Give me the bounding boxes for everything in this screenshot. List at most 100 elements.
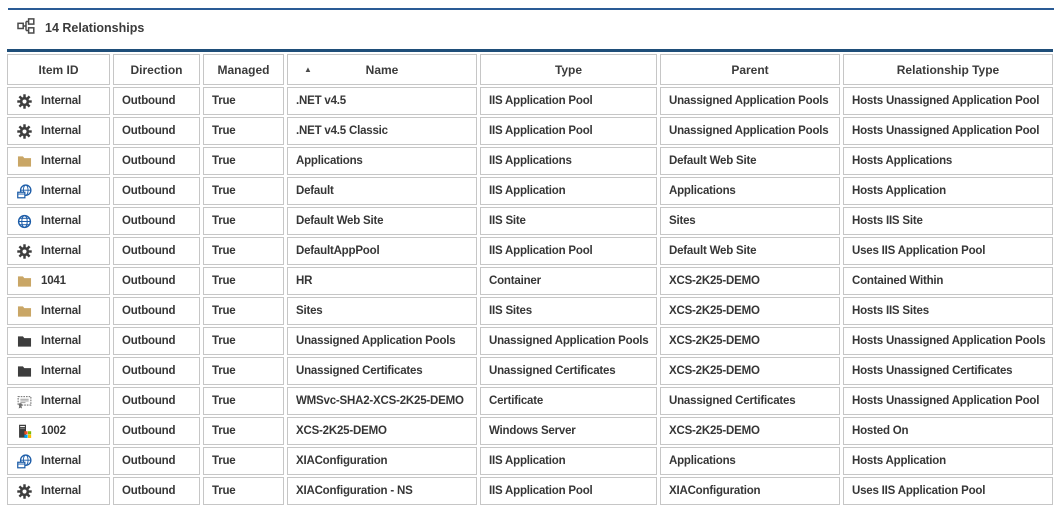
parent-value: Sites [669, 215, 696, 227]
cell-direction: Outbound [113, 237, 200, 265]
managed-value: True [212, 485, 236, 497]
sort-ascending-icon: ▲ [304, 64, 312, 74]
cell-relationship-type: Hosts IIS Sites [843, 297, 1053, 325]
cell-direction: Outbound [113, 147, 200, 175]
cell-item-id: Internal [7, 117, 110, 145]
cell-relationship-type: Uses IIS Application Pool [843, 477, 1053, 505]
cell-managed: True [203, 387, 284, 415]
managed-value: True [212, 125, 236, 137]
parent-value: XIAConfiguration [669, 485, 761, 497]
gear-icon [16, 123, 32, 139]
direction-value: Outbound [122, 335, 176, 347]
type-value: IIS Applications [489, 155, 572, 167]
direction-value: Outbound [122, 395, 176, 407]
cell-relationship-type: Contained Within [843, 267, 1053, 295]
column-header-item-id[interactable]: Item ID [7, 54, 110, 85]
item-id-value: Internal [41, 455, 81, 467]
relationship-type-value: Hosts IIS Site [852, 215, 923, 227]
cell-name: Default [287, 177, 477, 205]
cell-parent: Applications [660, 177, 840, 205]
cell-parent: Unassigned Application Pools [660, 117, 840, 145]
item-id-value: Internal [41, 395, 81, 407]
cell-direction: Outbound [113, 297, 200, 325]
type-value: IIS Application Pool [489, 95, 593, 107]
type-value: IIS Application Pool [489, 245, 593, 257]
type-value: Container [489, 275, 541, 287]
name-value: Sites [296, 305, 323, 317]
column-header-name[interactable]: ▲ Name [287, 54, 477, 85]
cell-type: IIS Applications [480, 147, 657, 175]
column-header-relationship-type[interactable]: Relationship Type [843, 54, 1053, 85]
managed-value: True [212, 425, 236, 437]
cell-item-id: Internal [7, 357, 110, 385]
relationship-type-value: Hosts Applications [852, 155, 953, 167]
cell-direction: Outbound [113, 327, 200, 355]
web-application-icon [16, 183, 32, 199]
direction-value: Outbound [122, 185, 176, 197]
cell-parent: XIAConfiguration [660, 477, 840, 505]
cell-item-id: Internal [7, 237, 110, 265]
name-value: WMSvc-SHA2-XCS-2K25-DEMO [296, 395, 464, 407]
cell-parent: Default Web Site [660, 147, 840, 175]
cell-relationship-type: Hosts Application [843, 177, 1053, 205]
managed-value: True [212, 95, 236, 107]
cell-relationship-type: Hosts IIS Site [843, 207, 1053, 235]
item-id-value: Internal [41, 305, 81, 317]
relationships-table: Item ID Direction Managed ▲ Name Type Pa… [7, 49, 1053, 505]
cell-parent: XCS-2K25-DEMO [660, 267, 840, 295]
type-value: IIS Application [489, 455, 566, 467]
windows-server-icon [16, 423, 32, 439]
parent-value: Default Web Site [669, 245, 757, 257]
cell-parent: Unassigned Application Pools [660, 87, 840, 115]
cell-direction: Outbound [113, 117, 200, 145]
name-value: .NET v4.5 [296, 95, 346, 107]
direction-value: Outbound [122, 215, 176, 227]
type-value: IIS Application Pool [489, 485, 593, 497]
cell-item-id: Internal [7, 207, 110, 235]
column-header-type[interactable]: Type [480, 54, 657, 85]
cell-managed: True [203, 417, 284, 445]
folder-dark-icon [16, 363, 32, 379]
cell-managed: True [203, 297, 284, 325]
column-header-direction[interactable]: Direction [113, 54, 200, 85]
cell-type: Unassigned Application Pools [480, 327, 657, 355]
cell-managed: True [203, 327, 284, 355]
item-id-value: Internal [41, 215, 81, 227]
cell-parent: Unassigned Certificates [660, 387, 840, 415]
column-header-parent[interactable]: Parent [660, 54, 840, 85]
cell-managed: True [203, 147, 284, 175]
table-top-border [7, 49, 1053, 52]
relationship-type-value: Hosts Unassigned Certificates [852, 365, 1013, 377]
parent-value: Default Web Site [669, 155, 757, 167]
cell-item-id: Internal [7, 327, 110, 355]
cell-relationship-type: Uses IIS Application Pool [843, 237, 1053, 265]
relationship-type-value: Hosts Unassigned Application Pool [852, 395, 1040, 407]
item-id-value: Internal [41, 485, 81, 497]
column-header-managed[interactable]: Managed [203, 54, 284, 85]
item-id-value: Internal [41, 155, 81, 167]
cell-parent: Default Web Site [660, 237, 840, 265]
type-value: IIS Application [489, 185, 566, 197]
cell-name: Unassigned Certificates [287, 357, 477, 385]
cell-relationship-type: Hosts Unassigned Application Pools [843, 327, 1053, 355]
cell-direction: Outbound [113, 177, 200, 205]
section-header: 14 Relationships [17, 17, 144, 39]
type-value: Unassigned Certificates [489, 365, 616, 377]
cell-direction: Outbound [113, 87, 200, 115]
relationships-icon [17, 17, 35, 39]
cell-relationship-type: Hosted On [843, 417, 1053, 445]
cell-relationship-type: Hosts Applications [843, 147, 1053, 175]
managed-value: True [212, 275, 236, 287]
relationship-type-value: Hosts Unassigned Application Pool [852, 95, 1040, 107]
cell-name: Default Web Site [287, 207, 477, 235]
managed-value: True [212, 305, 236, 317]
direction-value: Outbound [122, 245, 176, 257]
cell-name: XIAConfiguration [287, 447, 477, 475]
cell-direction: Outbound [113, 477, 200, 505]
cell-relationship-type: Hosts Application [843, 447, 1053, 475]
relationship-type-value: Hosts Unassigned Application Pools [852, 335, 1046, 347]
cell-item-id: Internal [7, 477, 110, 505]
parent-value: XCS-2K25-DEMO [669, 335, 760, 347]
name-value: Applications [296, 155, 363, 167]
cell-parent: Sites [660, 207, 840, 235]
